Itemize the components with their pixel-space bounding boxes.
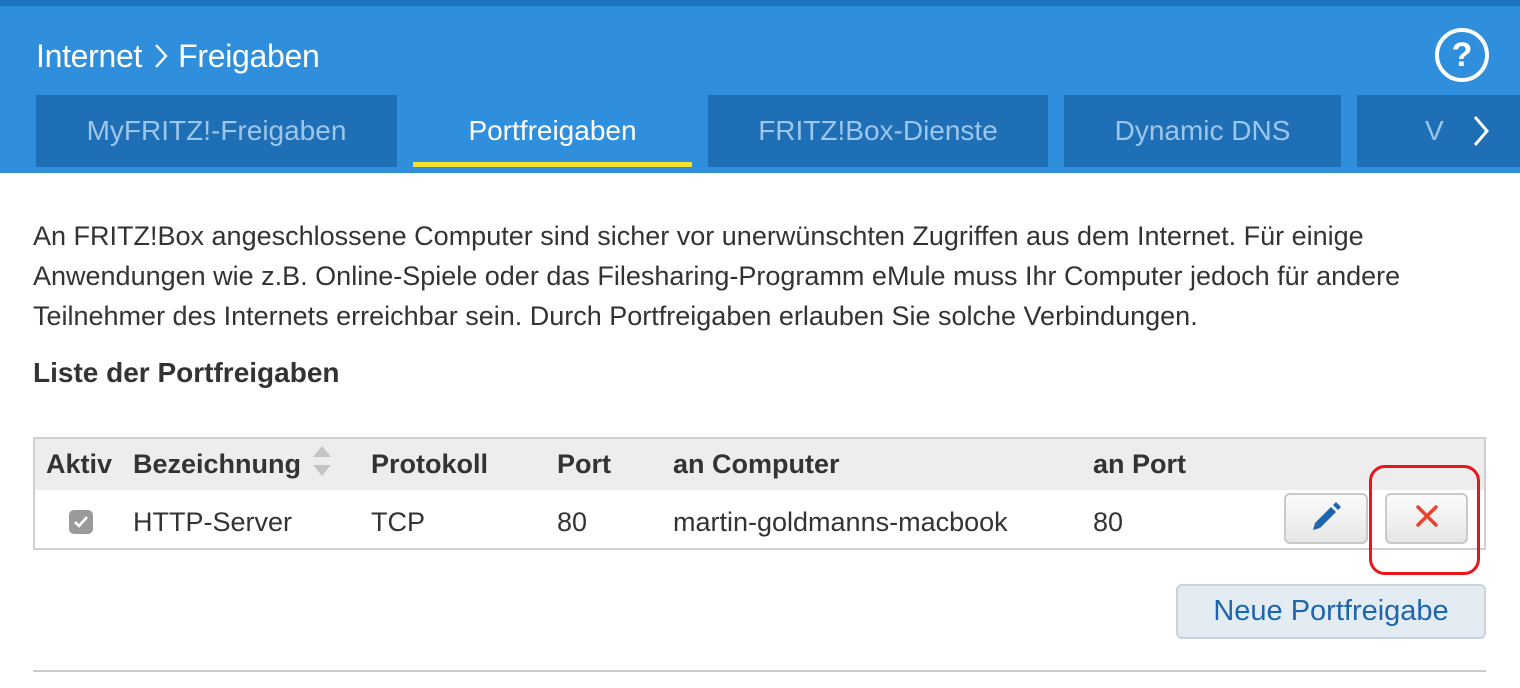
tab-fritzbox-dienste[interactable]: FRITZ!Box-Dienste: [708, 95, 1048, 167]
edit-button[interactable]: [1284, 493, 1368, 544]
breadcrumb-section[interactable]: Internet: [36, 38, 142, 75]
chevron-right-icon: [154, 43, 168, 69]
column-header-active: Aktiv: [46, 449, 113, 479]
list-title: Liste der Portfreigaben: [33, 357, 340, 388]
column-header-computer: an Computer: [673, 449, 840, 479]
tab-label: Portfreigaben: [468, 115, 637, 146]
column-header-name-label: Bezeichnung: [133, 449, 302, 479]
column-header-port: Port: [557, 449, 611, 479]
column-header-target-port: an Port: [1093, 449, 1187, 479]
row-computer: martin-goldmanns-macbook: [673, 506, 1008, 537]
chevron-right-icon[interactable]: [1456, 95, 1506, 167]
delete-highlight-annotation: [1369, 465, 1480, 575]
divider: [33, 670, 1486, 672]
row-name: HTTP-Server: [133, 506, 293, 537]
tab-label: FRITZ!Box-Dienste: [758, 115, 998, 146]
breadcrumb-page: Freigaben: [178, 37, 320, 74]
new-portfreigabe-button[interactable]: Neue Portfreigabe: [1176, 584, 1486, 639]
column-header-protocol: Protokoll: [371, 449, 489, 479]
new-portfreigabe-label: Neue Portfreigabe: [1213, 595, 1449, 627]
help-label: ?: [1451, 35, 1473, 74]
sort-updown-icon[interactable]: [311, 444, 333, 485]
row-target-port: 80: [1093, 506, 1124, 537]
tab-portfreigaben[interactable]: Portfreigaben: [413, 95, 692, 167]
checkmark-icon: [69, 510, 93, 534]
breadcrumb: Internet Freigaben: [36, 36, 320, 76]
active-checkbox[interactable]: [69, 492, 93, 552]
help-circle-icon[interactable]: ?: [1435, 28, 1489, 82]
row-port: 80: [557, 506, 588, 537]
tab-label: MyFRITZ!-Freigaben: [86, 115, 347, 146]
pencil-icon: [1309, 499, 1343, 538]
intro-text: An FRITZ!Box angeschlossene Computer sin…: [33, 221, 1401, 331]
tab-dynamic-dns[interactable]: Dynamic DNS: [1064, 95, 1341, 167]
column-header-name[interactable]: Bezeichnung: [133, 439, 333, 490]
tab-label: V: [1425, 115, 1444, 146]
tab-label: Dynamic DNS: [1114, 115, 1291, 146]
tab-myfritz-freigaben[interactable]: MyFRITZ!-Freigaben: [36, 95, 397, 167]
portfreigaben-table: Aktiv Bezeichnung Protokoll Port an Comp…: [33, 437, 1486, 550]
row-protocol: TCP: [371, 506, 425, 537]
